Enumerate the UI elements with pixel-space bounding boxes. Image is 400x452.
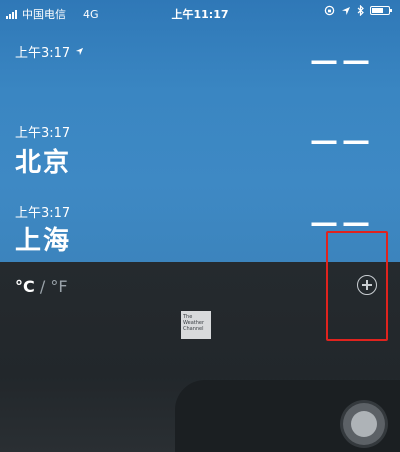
city-row[interactable]: 上午3:17 北京 —— — [0, 118, 400, 178]
orientation-lock-icon — [324, 5, 335, 16]
temperature-unit-toggle[interactable]: °C / °F — [15, 277, 68, 296]
unit-separator: / — [39, 277, 46, 296]
celsius-option[interactable]: °C — [15, 277, 35, 296]
fahrenheit-option[interactable]: °F — [50, 277, 67, 296]
city-time-text: 上午3:17 — [15, 126, 71, 141]
city-local-time: 上午3:17 — [15, 42, 84, 61]
city-temperature: —— — [310, 44, 374, 77]
bluetooth-icon — [357, 5, 364, 16]
city-time-text: 上午3:17 — [15, 206, 71, 221]
city-name: 上海 — [15, 226, 72, 256]
battery-icon — [370, 6, 392, 15]
highlight-annotation-box — [326, 231, 388, 341]
status-right — [324, 5, 392, 16]
city-temperature: —— — [310, 124, 374, 157]
location-arrow-icon — [76, 47, 84, 56]
city-time-text: 上午3:17 — [15, 46, 71, 61]
status-bar: 中国电信 4G 上午11:17 — [0, 0, 400, 26]
city-local-time: 上午3:17 — [15, 202, 70, 221]
phone-screen: 中国电信 4G 上午11:17 上午3:17 —— 上午3:17 北京 —— 上… — [0, 0, 400, 452]
location-services-icon — [342, 6, 350, 15]
assistive-touch-button[interactable] — [343, 403, 385, 445]
city-name: 北京 — [15, 148, 72, 178]
home-button-icon — [351, 411, 377, 437]
city-row[interactable]: 上午3:17 —— — [0, 38, 400, 88]
weather-channel-logo[interactable]: The Weather Channel — [181, 311, 211, 339]
city-local-time: 上午3:17 — [15, 122, 70, 141]
